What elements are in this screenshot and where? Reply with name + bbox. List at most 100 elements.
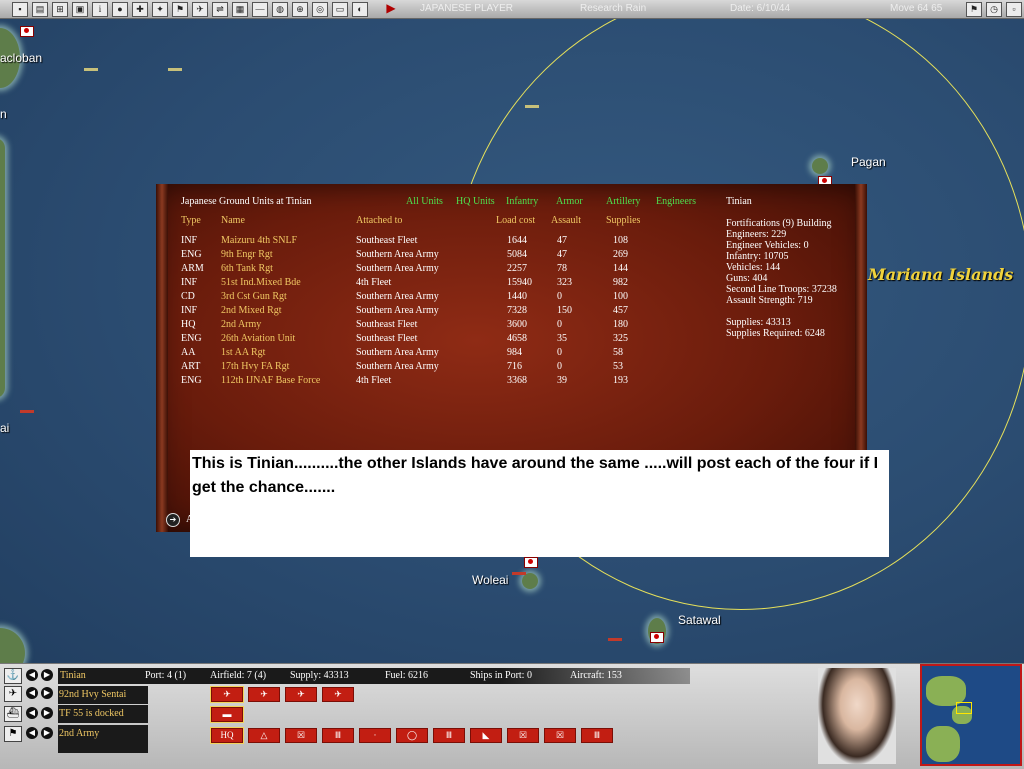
globe-icon[interactable]: ◍ bbox=[272, 2, 288, 17]
table-row[interactable]: ARM 6th Tank Rgt Southern Area Army 2257… bbox=[181, 263, 651, 277]
next-arrow-icon[interactable]: ➔ bbox=[166, 513, 180, 527]
table-row[interactable]: CD 3rd Cst Gun Rgt Southern Area Army 14… bbox=[181, 291, 651, 305]
unit-name[interactable]: 2nd Mixed Rgt bbox=[221, 305, 282, 316]
task-force-icon[interactable] bbox=[512, 572, 526, 575]
task-force-icon[interactable] bbox=[84, 68, 98, 71]
col-header-attached[interactable]: Attached to bbox=[356, 215, 402, 226]
japanese-base-flag[interactable] bbox=[524, 557, 538, 568]
table-row[interactable]: ENG 112th IJNAF Base Force 4th Fleet 336… bbox=[181, 375, 651, 389]
toolbar-button[interactable]: ▭ bbox=[332, 2, 348, 17]
base-name[interactable]: Tinian bbox=[60, 670, 86, 681]
prev-arrow-icon[interactable]: ◀ bbox=[26, 707, 38, 719]
task-force-icon[interactable] bbox=[168, 68, 182, 71]
engineer-icon[interactable]: Ⅲ bbox=[322, 728, 354, 743]
next-arrow-icon[interactable]: ▶ bbox=[41, 707, 53, 719]
next-arrow-icon[interactable]: ▶ bbox=[41, 687, 53, 699]
toolbar-button[interactable]: ◎ bbox=[312, 2, 328, 17]
task-force-selector[interactable]: TF 55 is docked bbox=[58, 705, 148, 723]
table-row[interactable]: INF 2nd Mixed Rgt Southern Area Army 732… bbox=[181, 305, 651, 319]
flag-icon[interactable]: ⚑ bbox=[966, 2, 982, 17]
artillery-icon[interactable]: △ bbox=[248, 728, 280, 743]
toolbar-button[interactable]: ◐ bbox=[352, 2, 368, 17]
toolbar-button[interactable]: ▤ bbox=[32, 2, 48, 17]
task-force-icon[interactable] bbox=[525, 105, 539, 108]
task-force-icon[interactable] bbox=[20, 410, 34, 413]
armor-icon[interactable]: ◯ bbox=[396, 728, 428, 743]
toolbar-button[interactable]: ⚑ bbox=[172, 2, 188, 17]
info-icon[interactable]: i bbox=[92, 2, 108, 17]
toolbar-button[interactable]: — bbox=[252, 2, 268, 17]
toolbar-button[interactable]: ⊞ bbox=[52, 2, 68, 17]
unit-name[interactable]: 26th Aviation Unit bbox=[221, 333, 295, 344]
col-header-supplies[interactable]: Supplies bbox=[606, 215, 640, 226]
filter-engineers[interactable]: Engineers bbox=[656, 196, 696, 207]
air-unit-selector[interactable]: 92nd Hvy Sentai bbox=[58, 686, 148, 704]
toolbar-button[interactable]: ▫ bbox=[1006, 2, 1022, 17]
hq-button[interactable]: HQ bbox=[210, 727, 244, 744]
japanese-base-flag[interactable] bbox=[20, 26, 34, 37]
minimap[interactable] bbox=[920, 664, 1022, 766]
col-header-type[interactable]: Type bbox=[181, 215, 201, 226]
toolbar-button[interactable]: ▣ bbox=[72, 2, 88, 17]
toolbar-button[interactable]: ✚ bbox=[132, 2, 148, 17]
prev-arrow-icon[interactable]: ◀ bbox=[26, 669, 38, 681]
unit-name[interactable]: 112th IJNAF Base Force bbox=[221, 375, 320, 386]
table-row[interactable]: HQ 2nd Army Southeast Fleet 3600 0 180 bbox=[181, 319, 651, 333]
toolbar-button[interactable]: ▪ bbox=[12, 2, 28, 17]
filter-infantry[interactable]: Infantry bbox=[506, 196, 538, 207]
table-row[interactable]: INF Maizuru 4th SNLF Southeast Fleet 164… bbox=[181, 235, 651, 249]
table-row[interactable]: ENG 26th Aviation Unit Southeast Fleet 4… bbox=[181, 333, 651, 347]
infantry-icon[interactable]: ☒ bbox=[507, 728, 539, 743]
unit-type-icon[interactable]: · bbox=[359, 728, 391, 743]
unit-name[interactable]: 2nd Army bbox=[221, 319, 261, 330]
table-row[interactable]: ART 17th Hvy FA Rgt Southern Area Army 7… bbox=[181, 361, 651, 375]
ship-icon[interactable]: ▬ bbox=[210, 706, 244, 723]
aircraft-icon[interactable]: ✈ bbox=[210, 686, 244, 703]
toolbar-button[interactable]: ⇌ bbox=[212, 2, 228, 17]
table-row[interactable]: INF 51st Ind.Mixed Bde 4th Fleet 15940 3… bbox=[181, 277, 651, 291]
filter-all-units[interactable]: All Units bbox=[406, 196, 443, 207]
clock-icon[interactable]: ◷ bbox=[986, 2, 1002, 17]
play-icon[interactable]: ▶ bbox=[384, 2, 398, 15]
next-arrow-icon[interactable]: ▶ bbox=[41, 669, 53, 681]
minimap-viewport[interactable] bbox=[956, 702, 972, 714]
flag-icon[interactable]: ⚑ bbox=[4, 726, 22, 742]
infantry-icon[interactable]: ☒ bbox=[544, 728, 576, 743]
unit-type-icon[interactable]: ◣ bbox=[470, 728, 502, 743]
table-row[interactable]: AA 1st AA Rgt Southern Area Army 984 0 5… bbox=[181, 347, 651, 361]
engineer-icon[interactable]: Ⅲ bbox=[581, 728, 613, 743]
prev-arrow-icon[interactable]: ◀ bbox=[26, 727, 38, 739]
infantry-icon[interactable]: ☒ bbox=[285, 728, 317, 743]
unit-name[interactable]: 51st Ind.Mixed Bde bbox=[221, 277, 301, 288]
unit-name[interactable]: 3rd Cst Gun Rgt bbox=[221, 291, 287, 302]
ground-unit-selector[interactable]: 2nd Army bbox=[58, 725, 148, 753]
filter-artillery[interactable]: Artillery bbox=[606, 196, 640, 207]
task-force-icon[interactable] bbox=[608, 638, 622, 641]
anchor-icon[interactable]: ⚓ bbox=[4, 668, 22, 684]
aircraft-icon[interactable]: ✈ bbox=[4, 686, 22, 702]
flag-icon[interactable]: ● bbox=[112, 2, 128, 17]
prev-arrow-icon[interactable]: ◀ bbox=[26, 687, 38, 699]
japanese-base-flag[interactable] bbox=[650, 632, 664, 643]
toolbar-button[interactable]: ✦ bbox=[152, 2, 168, 17]
col-header-assault[interactable]: Assault bbox=[551, 215, 581, 226]
unit-name[interactable]: Maizuru 4th SNLF bbox=[221, 235, 297, 246]
toolbar-button[interactable]: ▦ bbox=[232, 2, 248, 17]
unit-name[interactable]: 17th Hvy FA Rgt bbox=[221, 361, 289, 372]
engineer-icon[interactable]: Ⅲ bbox=[433, 728, 465, 743]
unit-name[interactable]: 6th Tank Rgt bbox=[221, 263, 273, 274]
filter-hq-units[interactable]: HQ Units bbox=[456, 196, 495, 207]
unit-name[interactable]: 1st AA Rgt bbox=[221, 347, 265, 358]
next-arrow-icon[interactable]: ▶ bbox=[41, 727, 53, 739]
table-row[interactable]: ENG 9th Engr Rgt Southern Area Army 5084… bbox=[181, 249, 651, 263]
unit-name[interactable]: 9th Engr Rgt bbox=[221, 249, 273, 260]
col-header-name[interactable]: Name bbox=[221, 215, 245, 226]
aircraft-icon[interactable]: ✈ bbox=[285, 687, 317, 702]
aircraft-icon[interactable]: ✈ bbox=[192, 2, 208, 17]
aircraft-icon[interactable]: ✈ bbox=[322, 687, 354, 702]
toolbar-button[interactable]: ⊕ bbox=[292, 2, 308, 17]
aircraft-icon[interactable]: ✈ bbox=[248, 687, 280, 702]
ship-icon[interactable]: ⛴ bbox=[4, 706, 22, 722]
col-header-load-cost[interactable]: Load cost bbox=[496, 215, 535, 226]
filter-armor[interactable]: Armor bbox=[556, 196, 583, 207]
